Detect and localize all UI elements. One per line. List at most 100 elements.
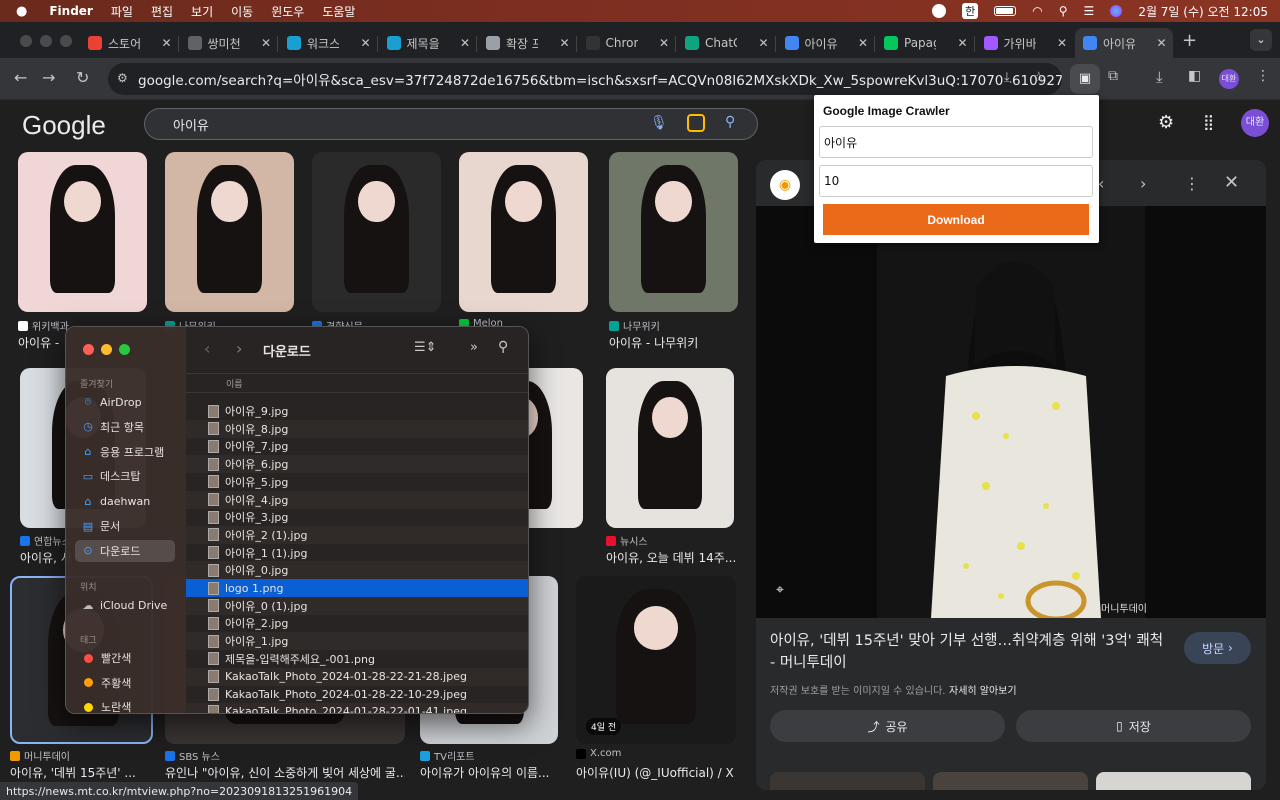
browser-tab[interactable]: ChatGPT ✕ (677, 28, 775, 58)
related-image-3[interactable] (1096, 772, 1251, 790)
result-title[interactable]: 아이유(IU) (@_IUofficial) / X (576, 764, 734, 781)
site-info-icon[interactable]: ⚙ (117, 71, 128, 85)
tab-search-button[interactable]: ⌄ (1250, 29, 1272, 51)
control-center-icon[interactable]: ☰ (1084, 4, 1095, 18)
file-row[interactable]: 아이유_1.jpg (186, 632, 528, 651)
query-input[interactable]: 아이유 (819, 126, 1093, 158)
finder-zoom-button[interactable] (119, 344, 130, 355)
file-row[interactable]: 아이유_8.jpg (186, 419, 528, 438)
result-image[interactable] (609, 152, 738, 312)
result-source[interactable]: TV리포트 (420, 748, 475, 763)
tab-close-icon[interactable]: ✕ (261, 36, 271, 50)
file-row[interactable]: logo 1.png (186, 579, 528, 597)
finder-search-icon[interactable]: ⚲ (498, 339, 508, 355)
finder-forward-icon[interactable]: › (236, 339, 242, 358)
sidebar-item[interactable]: ▭ 데스크탑 (75, 465, 175, 487)
menu-app-name[interactable]: Finder (49, 4, 93, 18)
file-row[interactable]: 아이유_7.jpg (186, 437, 528, 455)
file-row[interactable]: KakaoTalk_Photo_2024-01-28-22-21-28.jpeg (186, 667, 528, 686)
count-input[interactable]: 10 (819, 165, 1093, 197)
file-row[interactable]: 아이유_1 (1).jpg (186, 544, 528, 562)
tab-close-icon[interactable]: ✕ (1156, 36, 1166, 50)
side-panel-icon[interactable]: ◧ (1188, 68, 1201, 84)
battery-icon[interactable] (994, 6, 1017, 16)
browser-tab[interactable]: 스토어 홈 ✕ (80, 28, 178, 58)
menu-edit[interactable]: 편집 (151, 3, 173, 20)
tab-close-icon[interactable]: ✕ (1057, 36, 1067, 50)
sidebar-tag[interactable]: 빨간색 (75, 647, 175, 669)
tab-close-icon[interactable]: ✕ (161, 36, 171, 50)
browser-tab[interactable]: 쌍미천도 ✕ (180, 28, 278, 58)
sidebar-item[interactable]: ⌾ AirDrop (75, 391, 175, 413)
browser-tab[interactable]: 아이유 - ✕ (1075, 28, 1173, 58)
view-options-icon[interactable]: ☰⇕ (414, 340, 437, 355)
tab-close-icon[interactable]: ✕ (460, 36, 470, 50)
finder-close-button[interactable] (83, 344, 94, 355)
new-tab-button[interactable]: + (1182, 30, 1197, 51)
result-title[interactable]: 아이유가 아이유의 이름... (420, 764, 549, 781)
tab-close-icon[interactable]: ✕ (659, 36, 669, 50)
browser-tab[interactable]: Chrome ✕ (578, 28, 676, 58)
zoom-window-button[interactable] (60, 35, 72, 47)
result-title[interactable]: 아이유 - 나무위키 (609, 334, 698, 351)
apple-icon[interactable]: ● (16, 4, 27, 19)
result-title[interactable]: 유인나 "아이유, 신이 소중하게 빚어 세상에 굴... (165, 764, 405, 781)
result-title[interactable]: 아이유, 오늘 데뷔 14주... (606, 549, 736, 566)
sidebar-item[interactable]: ▤ 문서 (75, 515, 175, 537)
browser-tab[interactable]: 제목을 입력 ✕ (379, 28, 477, 58)
menu-window[interactable]: 윈도우 (271, 3, 304, 20)
sidebar-item[interactable]: ⊙ 다운로드 (75, 539, 175, 562)
browser-tab[interactable]: 아이유 - ✕ (777, 28, 875, 58)
lens-icon[interactable]: ⌖ (776, 582, 784, 598)
file-row[interactable]: 아이유_4.jpg (186, 490, 528, 509)
account-avatar[interactable]: 대환 (1241, 109, 1269, 137)
save-button[interactable]: ▯ 저장 (1016, 710, 1251, 742)
menu-go[interactable]: 이동 (231, 3, 253, 20)
result-image[interactable] (312, 152, 441, 312)
siri-icon[interactable] (1110, 5, 1123, 17)
finder-minimize-button[interactable] (101, 344, 112, 355)
result-image[interactable] (18, 152, 147, 312)
bookmark-star-icon[interactable]: ☆ (1032, 68, 1045, 86)
file-row[interactable]: 아이유_2 (1).jpg (186, 525, 528, 544)
menu-clock[interactable]: 2월 7일 (수) 오전 12:05 (1138, 3, 1268, 20)
name-column-header[interactable]: 이름 (226, 377, 243, 390)
minimize-window-button[interactable] (40, 35, 52, 47)
file-row[interactable]: 아이유_0 (1).jpg (186, 596, 528, 615)
file-row[interactable]: 아이유_6.jpg (186, 455, 528, 474)
profile-avatar[interactable]: 대환 (1219, 69, 1239, 89)
more-menu-icon[interactable]: ⋮ (1256, 68, 1270, 84)
image-crawler-extension-icon[interactable]: ▣ (1070, 64, 1100, 94)
sidebar-item-icloud[interactable]: ☁ iCloud Drive (75, 594, 175, 616)
result-image[interactable] (459, 152, 588, 312)
wifi-icon[interactable]: ◠ (1032, 4, 1042, 18)
result-source[interactable]: 위키백과 (18, 318, 69, 333)
related-image-2[interactable] (933, 772, 1088, 790)
sidebar-item[interactable]: ⌂ daehwan (75, 490, 175, 512)
result-image[interactable] (606, 368, 734, 528)
finder-back-icon[interactable]: ‹ (204, 339, 210, 358)
more-toolbar-icon[interactable]: » (470, 340, 478, 355)
forward-icon[interactable]: → (42, 68, 55, 87)
browser-tab[interactable]: Papago ✕ (876, 28, 974, 58)
settings-gear-icon[interactable]: ⚙ (1158, 112, 1174, 133)
sidebar-item[interactable]: ◷ 최근 항목 (75, 416, 175, 438)
sidebar-tag[interactable]: 주황색 (75, 672, 175, 694)
result-source[interactable]: X.com (576, 748, 621, 759)
notification-icon[interactable] (932, 4, 947, 18)
related-image-1[interactable] (770, 772, 925, 790)
lens-search-icon[interactable] (687, 114, 705, 132)
search-icon[interactable]: ⚲ (725, 114, 735, 130)
close-window-button[interactable] (20, 35, 32, 47)
more-options-icon[interactable]: ⋮ (1184, 174, 1200, 193)
tab-close-icon[interactable]: ✕ (559, 36, 569, 50)
visit-button[interactable]: 방문 › (1184, 632, 1251, 664)
tab-close-icon[interactable]: ✕ (957, 36, 967, 50)
result-source[interactable]: 연합뉴스 (20, 533, 71, 548)
input-source-indicator[interactable]: 한 (962, 3, 979, 19)
download-button[interactable]: Download (823, 204, 1089, 235)
result-source[interactable]: SBS 뉴스 (165, 748, 220, 763)
sidebar-item[interactable]: ⌂ 응용 프로그램 (75, 441, 175, 463)
install-download-icon[interactable]: ⤓ (1004, 70, 1010, 85)
google-logo[interactable]: Google (22, 110, 106, 141)
